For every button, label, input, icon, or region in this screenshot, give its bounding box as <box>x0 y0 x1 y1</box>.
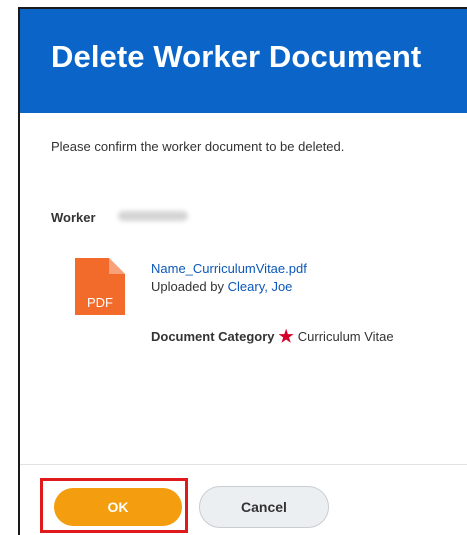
uploaded-by-line: Uploaded by Cleary, Joe <box>151 279 292 294</box>
document-category-value: Curriculum Vitae <box>297 329 394 344</box>
required-star-icon: ★ <box>278 327 294 346</box>
document-file-link[interactable]: Name_CurriculumVitae.pdf <box>151 261 307 276</box>
dialog-title: Delete Worker Document <box>51 39 422 74</box>
pdf-file-icon: PDF <box>75 258 125 315</box>
dialog-header: Delete Worker Document <box>20 9 467 113</box>
uploader-link[interactable]: Cleary, Joe <box>228 279 293 294</box>
uploaded-by-prefix: Uploaded by <box>151 279 228 294</box>
delete-document-dialog: Delete Worker Document Please confirm th… <box>18 7 467 535</box>
worker-label: Worker <box>51 210 96 225</box>
pdf-icon-label: PDF <box>87 295 113 310</box>
footer-divider <box>20 464 467 465</box>
cancel-button[interactable]: Cancel <box>199 486 329 528</box>
worker-value-redacted <box>118 211 188 221</box>
confirm-prompt: Please confirm the worker document to be… <box>51 139 345 154</box>
ok-button[interactable]: OK <box>54 488 182 526</box>
document-category-label: Document Category <box>151 329 275 344</box>
document-category-row: Document Category ★ Curriculum Vitae <box>151 326 394 346</box>
